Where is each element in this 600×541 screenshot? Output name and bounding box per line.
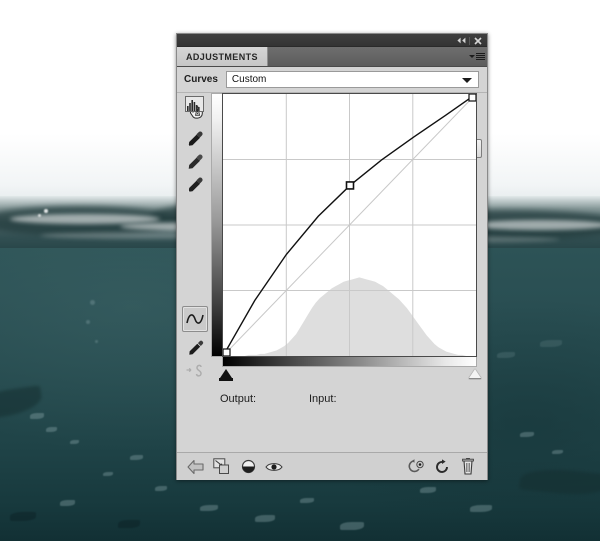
fish-silhouette <box>200 505 218 511</box>
fish-silhouette <box>520 432 534 437</box>
panel-footer <box>177 452 487 480</box>
bubble <box>90 300 95 305</box>
output-label: Output: <box>220 393 257 405</box>
panel-menu-glyph <box>469 53 485 60</box>
curves-plot-area[interactable] <box>222 93 477 357</box>
smooth-curve-icon <box>186 364 202 377</box>
fish-silhouette <box>103 472 113 476</box>
eyedropper-black-icon <box>188 131 203 146</box>
input-gradient-bar <box>222 357 477 367</box>
preview-eye-button[interactable] <box>261 455 287 479</box>
toggle-layer-visibility-button[interactable] <box>235 455 261 479</box>
panel-tabstrip: ADJUSTMENTS <box>177 47 487 67</box>
eyedropper-gray-icon <box>188 154 203 169</box>
return-to-adjustment-list-button[interactable] <box>183 455 209 479</box>
fish-silhouette <box>10 512 36 521</box>
wave-crest <box>470 220 600 230</box>
curve-icon <box>186 314 204 324</box>
fish-silhouette <box>340 522 364 530</box>
panel-titlebar: ◀◀ ✕ <box>177 34 487 47</box>
close-x-glyph <box>473 36 482 45</box>
histogram-warning-icon[interactable] <box>185 96 207 116</box>
panel-body: RGB Auto <box>177 93 487 480</box>
fish-silhouette <box>470 505 492 512</box>
chevron-down-icon <box>462 77 472 83</box>
bubble <box>86 320 90 324</box>
fish-silhouette <box>46 427 57 432</box>
eyedropper-white-icon <box>188 177 203 192</box>
reset-circular-arrow-icon <box>436 458 448 473</box>
preset-select-value: Custom <box>231 74 267 85</box>
close-icon[interactable] <box>470 34 485 47</box>
preset-label: Curves <box>184 74 218 85</box>
screenshot-root: ◀◀ ✕ ADJUSTMENTS Curves Custom <box>0 0 600 541</box>
menu-lines <box>476 53 485 60</box>
fish-silhouette <box>540 340 562 347</box>
adjustments-panel: ◀◀ ✕ ADJUSTMENTS Curves Custom <box>176 33 488 480</box>
fish-silhouette <box>497 352 515 358</box>
curve-edit-tool[interactable] <box>182 306 208 332</box>
panel-menu-icon[interactable] <box>467 47 487 66</box>
black-point-slider[interactable] <box>219 369 233 381</box>
fish-silhouette <box>30 413 44 419</box>
collapse-double-chevron-glyph <box>457 37 466 44</box>
output-gradient-bar <box>211 93 222 357</box>
fish-silhouette <box>70 440 79 444</box>
fish-silhouette <box>60 500 75 506</box>
fish-silhouette <box>552 450 563 454</box>
fish-silhouette <box>255 515 275 522</box>
fish-silhouette <box>420 487 436 493</box>
shadow-point[interactable] <box>222 348 231 357</box>
smooth-curve-tool[interactable] <box>182 358 208 384</box>
sea-spray <box>44 209 48 213</box>
bubble <box>95 340 98 343</box>
white-point-eyedropper[interactable] <box>182 172 208 198</box>
sea-spray <box>38 214 41 217</box>
highlight-point[interactable] <box>468 93 477 102</box>
trash-icon <box>462 458 474 475</box>
view-previous-state-button[interactable] <box>403 455 429 479</box>
clip-to-layer-icon <box>213 458 229 474</box>
window-controls <box>454 34 485 47</box>
reset-adjustment-button[interactable] <box>429 455 455 479</box>
midtone-point[interactable] <box>345 181 355 190</box>
fish-silhouette <box>118 520 140 528</box>
menu-triangle <box>469 55 475 58</box>
white-point-slider[interactable] <box>469 369 481 379</box>
pencil-icon <box>188 340 203 355</box>
preview-contrast-icon <box>241 459 255 474</box>
histogram-warning-glyph <box>185 96 204 116</box>
tab-adjustments-label: ADJUSTMENTS <box>186 51 258 62</box>
delete-adjustment-button[interactable] <box>455 455 481 479</box>
tabstrip-filler <box>268 47 467 66</box>
clip-to-layer-button[interactable] <box>209 455 235 479</box>
previous-state-icon <box>408 459 424 473</box>
curves-plot-svg[interactable] <box>222 93 477 357</box>
tab-adjustments[interactable]: ADJUSTMENTS <box>177 47 268 66</box>
preset-select[interactable]: Custom <box>225 71 479 88</box>
collapse-double-chevron-icon[interactable] <box>454 34 469 47</box>
eye-icon <box>265 462 283 471</box>
left-arrow-icon <box>187 459 204 474</box>
fish-silhouette <box>130 455 143 460</box>
input-label: Input: <box>309 393 337 405</box>
wave-crest <box>10 214 160 224</box>
fish-silhouette <box>155 486 167 491</box>
output-input-readout: Output: Input: <box>177 385 489 413</box>
preset-row: Curves Custom <box>177 67 487 93</box>
fish-silhouette <box>300 498 314 503</box>
